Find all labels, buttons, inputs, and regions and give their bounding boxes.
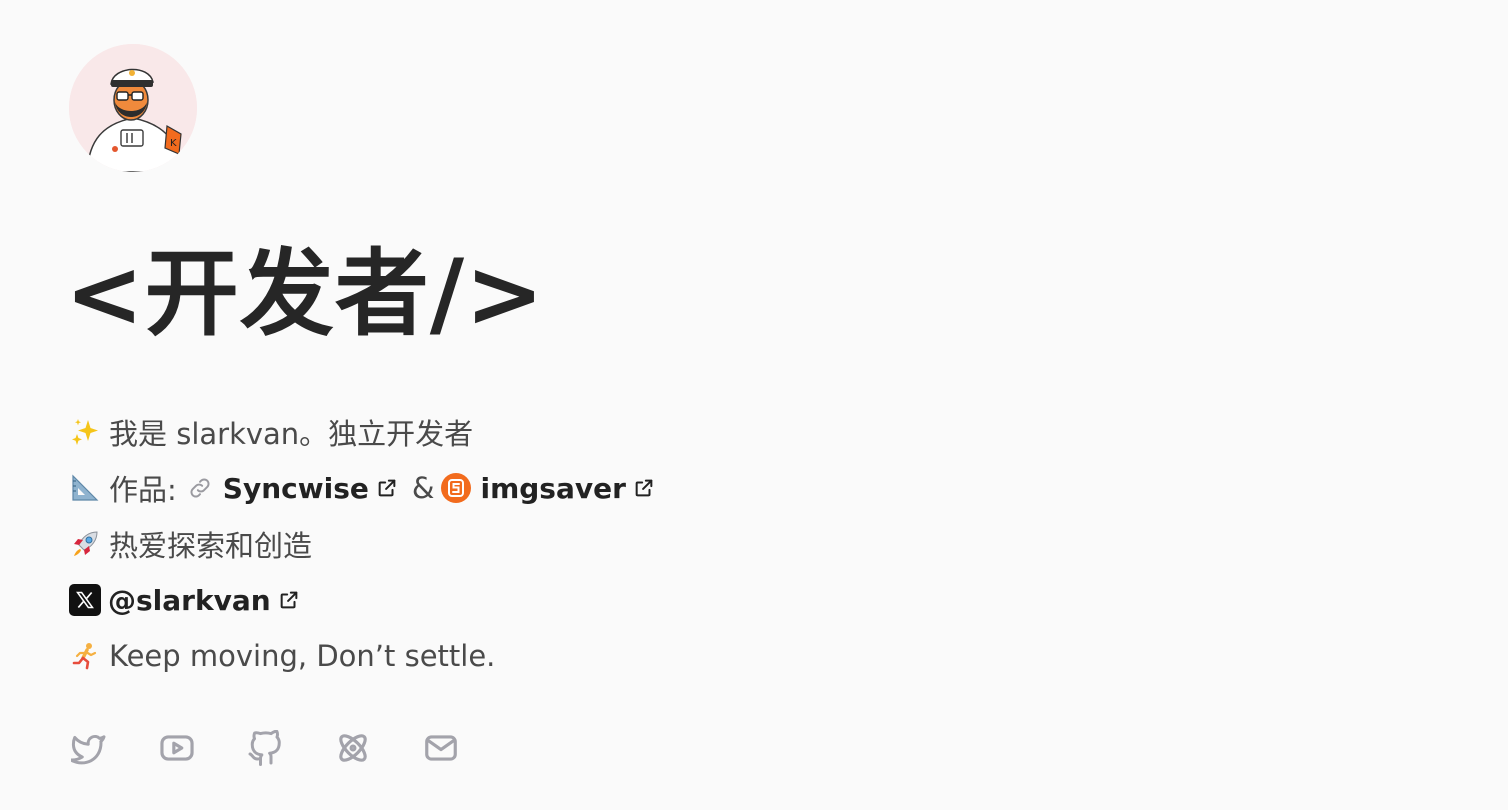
external-link-icon xyxy=(376,477,398,499)
rocket-icon xyxy=(69,528,101,560)
bio-line-twitter: @slarkvan xyxy=(69,572,1469,628)
sparkles-icon xyxy=(69,416,101,448)
external-link-icon xyxy=(278,589,300,611)
twitter-handle-link[interactable]: @slarkvan xyxy=(108,584,300,617)
profile-page: K <开发者/> 我是 slarkvan。独立开发者 作品: Syncwise … xyxy=(65,44,1469,768)
triangular-ruler-icon xyxy=(69,472,101,504)
twitter-handle-label: @slarkvan xyxy=(108,583,271,617)
works-label: 作品: xyxy=(109,473,177,507)
github-icon[interactable] xyxy=(245,728,285,768)
bio-line-works: 作品: Syncwise & imgsaver xyxy=(69,460,1469,516)
imgsaver-link[interactable]: imgsaver xyxy=(480,472,654,505)
social-links xyxy=(69,728,1469,768)
external-link-icon xyxy=(633,477,655,499)
youtube-icon[interactable] xyxy=(157,728,197,768)
bio-line-motto: Keep moving, Don’t settle. xyxy=(69,628,1469,684)
avatar-illustration: K xyxy=(69,44,197,172)
link-icon xyxy=(187,475,213,501)
imgsaver-link-label: imgsaver xyxy=(480,471,626,505)
twitter-icon[interactable] xyxy=(69,728,109,768)
bio-line-intro: 我是 slarkvan。独立开发者 xyxy=(69,404,1469,460)
syncwise-link-label: Syncwise xyxy=(222,471,369,505)
bio-intro-text: 我是 slarkvan。独立开发者 xyxy=(109,417,474,451)
syncwise-link[interactable]: Syncwise xyxy=(223,472,398,505)
svg-text:K: K xyxy=(170,138,177,149)
bio: 我是 slarkvan。独立开发者 作品: Syncwise & imgsave… xyxy=(69,404,1469,684)
running-person-icon xyxy=(69,640,101,672)
page-title: <开发者/> xyxy=(65,240,545,349)
x-logo-icon xyxy=(69,584,101,616)
imgsaver-logo-icon xyxy=(440,472,472,504)
atom-icon[interactable] xyxy=(333,728,373,768)
bio-motto-text: Keep moving, Don’t settle. xyxy=(109,639,496,673)
bio-passion-text: 热爱探索和创造 xyxy=(109,529,313,563)
mail-icon[interactable] xyxy=(421,728,461,768)
avatar: K xyxy=(69,44,197,172)
bio-line-passion: 热爱探索和创造 xyxy=(69,516,1469,572)
ampersand: & xyxy=(411,471,435,505)
